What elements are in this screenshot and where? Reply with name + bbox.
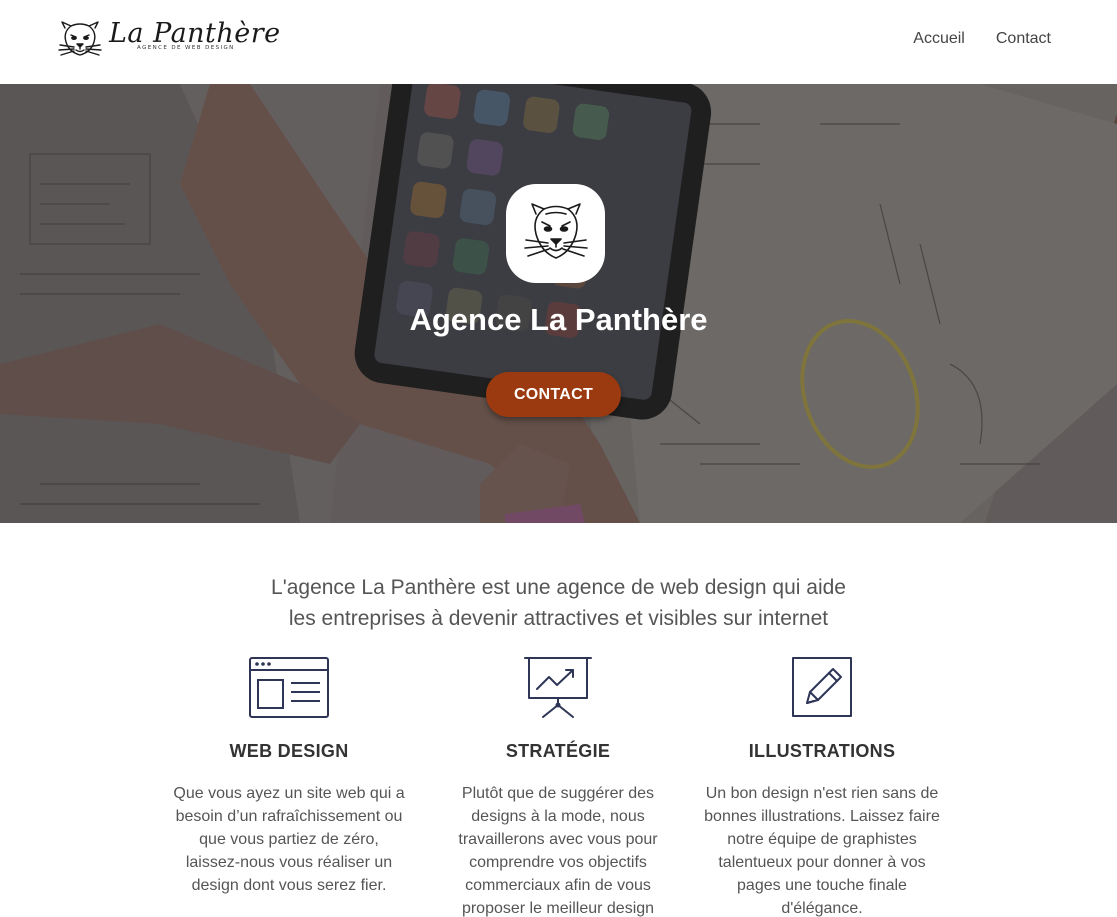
- hero-panther-logo: [506, 184, 605, 283]
- feature-line: Que vous ayez un site web qui a: [173, 785, 405, 802]
- main-nav: Accueil Contact: [913, 30, 1051, 48]
- feature-line: comprendre vos objectifs: [469, 854, 647, 871]
- feature-line: design dont vous serez fier.: [191, 877, 387, 894]
- feature-title: STRATÉGIE: [505, 741, 611, 761]
- pencil-edit-icon: [792, 657, 852, 717]
- panther-logo-icon: [58, 21, 102, 56]
- brand-tagline: AGENCE DE WEB DESIGN: [137, 45, 235, 51]
- feature-strategie: STRATÉGIE Plutôt que de suggérer des des…: [433, 655, 683, 917]
- feature-line: proposer le meilleur design: [461, 900, 655, 917]
- feature-illustrations: ILLUSTRATIONS Un bon design n'est rien s…: [697, 655, 947, 917]
- panther-head-icon: [524, 203, 588, 259]
- feature-line: commerciaux afin de vous: [465, 877, 651, 894]
- brand-logo[interactable]: La Panthère AGENCE DE WEB DESIGN: [57, 18, 280, 62]
- browser-window-icon: [249, 657, 329, 718]
- hero-title: Agence La Panthère: [409, 302, 708, 337]
- feature-line: designs à la mode, nous: [471, 808, 645, 825]
- feature-line: bonnes illustrations. Laissez faire: [704, 808, 940, 825]
- feature-line: que vous partiez de zéro,: [199, 831, 379, 848]
- intro-line-1: L'agence La Panthère est une agence de w…: [271, 576, 846, 599]
- feature-line: travaillerons avec vous pour: [458, 831, 658, 848]
- intro-line-2: les entreprises à devenir attractives et…: [288, 607, 829, 630]
- feature-web-design: WEB DESIGN Que vous ayez un site web qui…: [164, 655, 414, 897]
- feature-line: pages une touche finale: [737, 877, 907, 894]
- feature-line: talentueux pour donner à vos: [718, 854, 926, 871]
- presentation-chart-icon: [524, 657, 592, 718]
- feature-line: Plutôt que de suggérer des: [461, 785, 655, 802]
- nav-item-accueil[interactable]: Accueil: [913, 30, 965, 48]
- feature-description: Plutôt que de suggérer des designs à la …: [433, 782, 683, 917]
- nav-item-contact[interactable]: Contact: [996, 30, 1051, 48]
- feature-line: Un bon design n'est rien sans de: [705, 785, 939, 802]
- feature-line: laissez-nous vous réaliser un: [185, 854, 393, 871]
- intro-text: L'agence La Panthère est une agence de w…: [0, 572, 1117, 634]
- feature-title: WEB DESIGN: [229, 741, 349, 761]
- feature-title: ILLUSTRATIONS: [748, 741, 896, 761]
- feature-line: notre équipe de graphistes: [727, 831, 917, 848]
- hero-section: Agence La Panthère CONTACT: [0, 84, 1117, 523]
- feature-description: Un bon design n'est rien sans de bonnes …: [697, 782, 947, 917]
- feature-line: besoin d’un rafraîchissement ou: [175, 808, 403, 825]
- feature-description: Que vous ayez un site web qui a besoin d…: [164, 782, 414, 897]
- feature-line: d'élégance.: [781, 900, 863, 917]
- contact-button[interactable]: CONTACT: [486, 372, 621, 417]
- site-header: La Panthère AGENCE DE WEB DESIGN Accueil…: [0, 0, 1117, 84]
